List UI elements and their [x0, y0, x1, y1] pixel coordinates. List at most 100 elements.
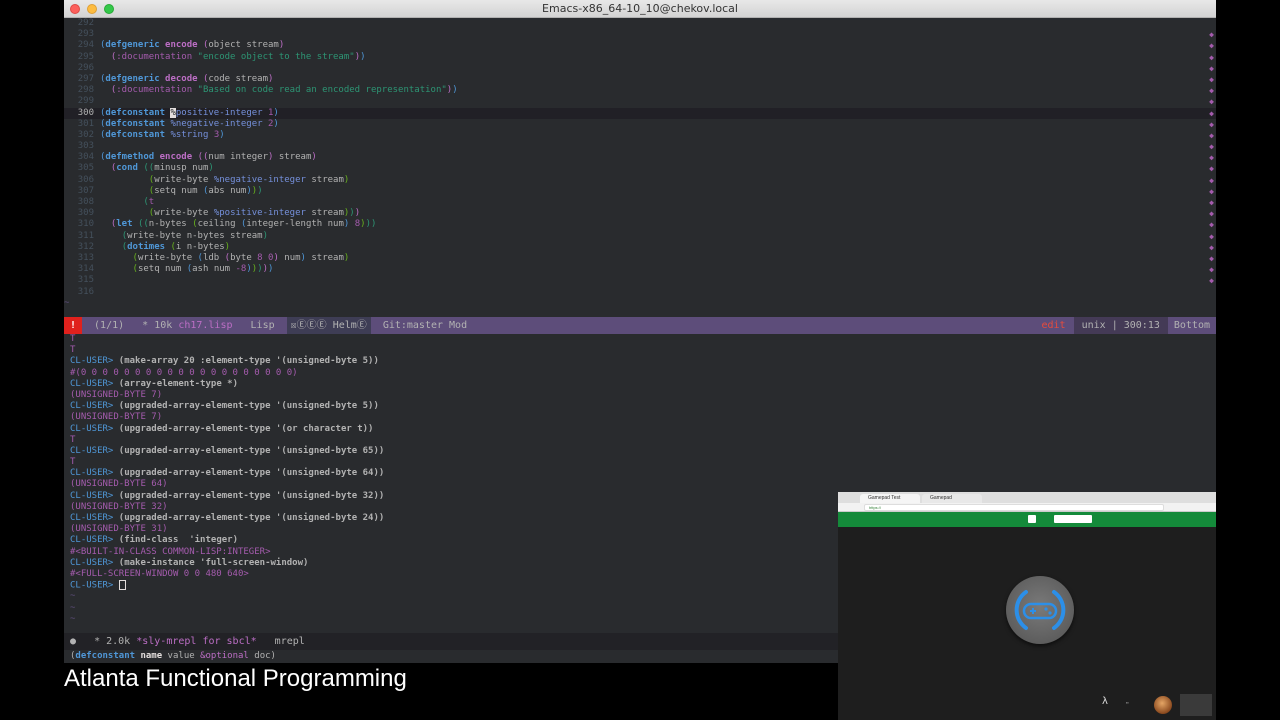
repl-input-line: CL-USER> (find-class 'integer)	[70, 535, 238, 546]
code-line[interactable]: 315 ◆	[64, 275, 1216, 286]
repl-input-line: CL-USER> (array-element-type *)	[70, 378, 238, 389]
line-number: 316	[77, 286, 94, 297]
repl-input-line: CL-USER> (upgraded-array-element-type '(…	[70, 401, 379, 412]
cursor-position: unix | 300:13	[1073, 317, 1168, 334]
gamepad-icon	[1006, 576, 1074, 644]
code-line[interactable]: 311 (write-byte n-bytes stream) ◆	[64, 231, 1216, 242]
code-text: (defmethod encode ((num integer) stream)	[100, 152, 317, 163]
code-line[interactable]: 298 (:documentation "Based on code read …	[64, 85, 1216, 96]
lambda-icon[interactable]: λ	[1102, 696, 1108, 707]
line-number: 293	[77, 29, 94, 40]
fringe-marker-icon: ◆	[1209, 253, 1214, 263]
repl-mode-line: ● * 2.0k *sly-mrepl for sbcl* mrepl	[64, 633, 838, 650]
fringe-marker-icon: ◆	[1209, 142, 1214, 152]
sly-repl[interactable]: T T CL-USER> (make-array 20 :element-type …	[64, 334, 838, 634]
title-bar: Emacs-x86_64-10_10@chekov.local	[64, 0, 1216, 18]
code-line[interactable]: 306 (write-byte %negative-integer stream…	[64, 175, 1216, 186]
empty-line-marker: ~	[64, 297, 70, 308]
empty-line-marker: ~	[70, 602, 76, 613]
picture-in-picture-screen: Gamepad Test Gamepad https:// λ ▪▪	[838, 492, 1216, 720]
code-text: (:documentation "encode object to the st…	[110, 51, 366, 62]
fringe-marker-icon: ◆	[1209, 63, 1214, 73]
url-field[interactable]: https://	[864, 504, 1164, 511]
code-line[interactable]: 304 (defmethod encode ((num integer) stre…	[64, 152, 1216, 163]
line-number: 295	[77, 51, 94, 62]
browser-tab[interactable]: Gamepad Test	[860, 494, 920, 503]
fringe-marker-icon: ◆	[1209, 209, 1214, 219]
vc-status[interactable]: Git:master Mod	[377, 317, 473, 334]
line-number: 311	[77, 230, 94, 241]
repl-mode[interactable]: mrepl	[269, 633, 311, 650]
line-number: 292	[77, 18, 94, 28]
fringe-marker-icon: ◆	[1209, 86, 1214, 96]
line-number: 296	[77, 62, 94, 73]
close-window-button[interactable]	[70, 4, 80, 14]
repl-buffer-info: * 2.0k *sly-mrepl for sbcl*	[94, 636, 257, 647]
fringe-marker-icon: ◆	[1209, 30, 1214, 40]
repl-output-line: T	[70, 334, 76, 344]
banner-button[interactable]	[1028, 515, 1036, 523]
code-line[interactable]: 307 (setq num (abs num))) ◆	[64, 186, 1216, 197]
line-number: 302	[77, 129, 94, 140]
app-icon[interactable]: ▪▪	[1126, 700, 1129, 705]
repl-buffer-name: *sly-mrepl for sbcl*	[136, 636, 257, 647]
code-line[interactable]: 310 (let ((n-bytes (ceiling (integer-len…	[64, 219, 1216, 230]
maximize-window-button[interactable]	[104, 4, 114, 14]
code-line[interactable]: 294 (defgeneric encode (object stream) ◆	[64, 40, 1216, 51]
code-line[interactable]: 303 ◆	[64, 141, 1216, 152]
code-line[interactable]: 312 (dotimes (i n-bytes) ◆	[64, 242, 1216, 253]
fringe-marker-icon: ◆	[1209, 242, 1214, 252]
repl-output-line: (UNSIGNED-BYTE 64)	[70, 479, 168, 490]
repl-output-line: (UNSIGNED-BYTE 7)	[70, 389, 163, 400]
repl-input-line: CL-USER> (upgraded-array-element-type '(…	[70, 445, 385, 456]
text-cursor	[118, 580, 126, 591]
fringe-marker-icon: ◆	[1209, 164, 1214, 174]
code-text: (defconstant %negative-integer 2)	[100, 118, 279, 129]
line-number: 313	[77, 252, 94, 263]
repl-output-line: #<FULL-SCREEN-WINDOW 0 0 480 640>	[70, 568, 249, 579]
code-line[interactable]: 302 (defconstant %string 3) ◆	[64, 130, 1216, 141]
repl-prompt-line[interactable]: CL-USER>	[70, 580, 838, 591]
browser-address-bar: https://	[838, 503, 1216, 512]
minimize-window-button[interactable]	[87, 4, 97, 14]
code-line[interactable]: 293 ◆	[64, 29, 1216, 40]
major-mode[interactable]: Lisp	[245, 317, 281, 334]
code-line[interactable]: 316	[64, 287, 1216, 298]
code-text: (write-byte %negative-integer stream)	[148, 174, 350, 185]
fringe-marker-icon: ◆	[1209, 41, 1214, 51]
code-line[interactable]: 313 (write-byte (ldb (byte 8 0) num) str…	[64, 253, 1216, 264]
banner-button[interactable]	[1054, 515, 1092, 523]
code-text: (write-byte n-bytes stream)	[121, 230, 268, 241]
line-number: 314	[77, 264, 94, 275]
window-thumbnail[interactable]	[1180, 694, 1212, 716]
code-line[interactable]: 301 (defconstant %negative-integer 2) ◆	[64, 119, 1216, 130]
code-line[interactable]: 308 (t ◆	[64, 197, 1216, 208]
code-text: (defgeneric decode (code stream)	[100, 73, 274, 84]
browser-tab[interactable]: Gamepad	[922, 494, 982, 503]
repl-output-line: T	[70, 457, 76, 468]
browser-tab-strip: Gamepad Test Gamepad	[838, 492, 1216, 503]
code-line[interactable]: 292	[64, 18, 1216, 29]
code-text: (:documentation "Based on code read an e…	[110, 85, 458, 96]
minor-modes[interactable]: ☒ⒺⒺⒺ HelmⒺ	[286, 317, 371, 334]
code-line[interactable]: 309 (write-byte %positive-integer stream…	[64, 208, 1216, 219]
code-editor[interactable]: 292 293 ◆ 294 (defgeneric encode (object str…	[64, 18, 1216, 316]
repl-output-line: #(0 0 0 0 0 0 0 0 0 0 0 0 0 0 0 0 0 0 0 …	[70, 367, 298, 378]
code-line[interactable]: 299 ◆	[64, 96, 1216, 107]
repl-output-line: T	[70, 434, 76, 445]
code-line[interactable]: 300 (defconstant %positive-integer 1) ◆	[64, 107, 1216, 119]
line-number: 310	[77, 219, 94, 230]
code-line[interactable]: 296 ◆	[64, 63, 1216, 74]
line-number: 294	[77, 40, 94, 51]
avatar[interactable]	[1154, 696, 1172, 714]
code-line[interactable]: 314 (setq num (ash num -8))))) ◆	[64, 264, 1216, 275]
code-line[interactable]: 297 (defgeneric decode (code stream) ◆	[64, 74, 1216, 85]
line-number: 298	[77, 85, 94, 96]
fringe-marker-icon: ◆	[1209, 276, 1214, 286]
line-number: 312	[77, 241, 94, 252]
presentation-caption: Atlanta Functional Programming	[64, 665, 407, 692]
code-line[interactable]: 305 (cond ((minusp num) ◆	[64, 163, 1216, 174]
repl-input-line: CL-USER> (upgraded-array-element-type '(…	[70, 490, 385, 501]
code-text: (setq num (abs num)))	[148, 185, 263, 196]
code-line[interactable]: 295 (:documentation "encode object to th…	[64, 52, 1216, 63]
